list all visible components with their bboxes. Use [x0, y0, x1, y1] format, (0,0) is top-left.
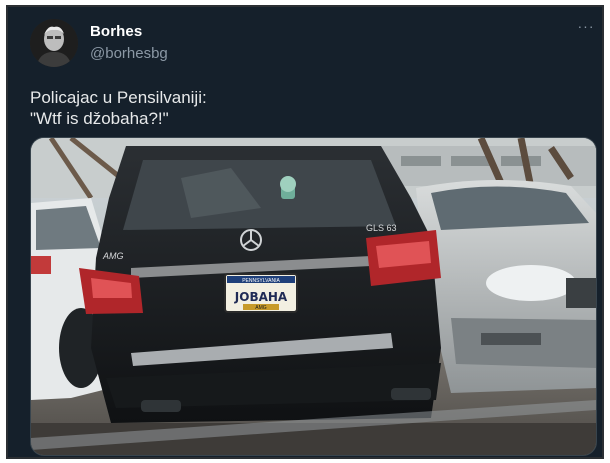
tweet-text-line: Policajac u Pensilvaniji:: [30, 88, 207, 107]
license-plate-number: JOBAHA: [234, 290, 288, 304]
avatar-image: [30, 19, 78, 67]
tweet-text: Policajac u Pensilvaniji: "Wtf is džobah…: [30, 87, 590, 129]
plate-state: PENNSYLVANIA: [242, 278, 280, 284]
tweet-card: Borhes @borhesbg ··· Policajac u Pensilv…: [6, 5, 604, 459]
model-badge: GLS 63: [366, 223, 397, 233]
avatar[interactable]: [30, 19, 78, 67]
author-name[interactable]: Borhes: [90, 23, 142, 40]
more-dots-icon[interactable]: ···: [575, 19, 597, 37]
plate-frame-text: AMG: [255, 305, 267, 311]
parked-car-photo: AMG GLS 63 PENNSYLVANIA JOBAHA AMG: [31, 138, 596, 455]
amg-emblem: AMG: [102, 251, 124, 261]
tweet-text-line: "Wtf is džobaha?!": [30, 109, 169, 128]
author-handle[interactable]: @borhesbg: [90, 45, 168, 62]
tweet-photo[interactable]: AMG GLS 63 PENNSYLVANIA JOBAHA AMG: [30, 137, 597, 456]
